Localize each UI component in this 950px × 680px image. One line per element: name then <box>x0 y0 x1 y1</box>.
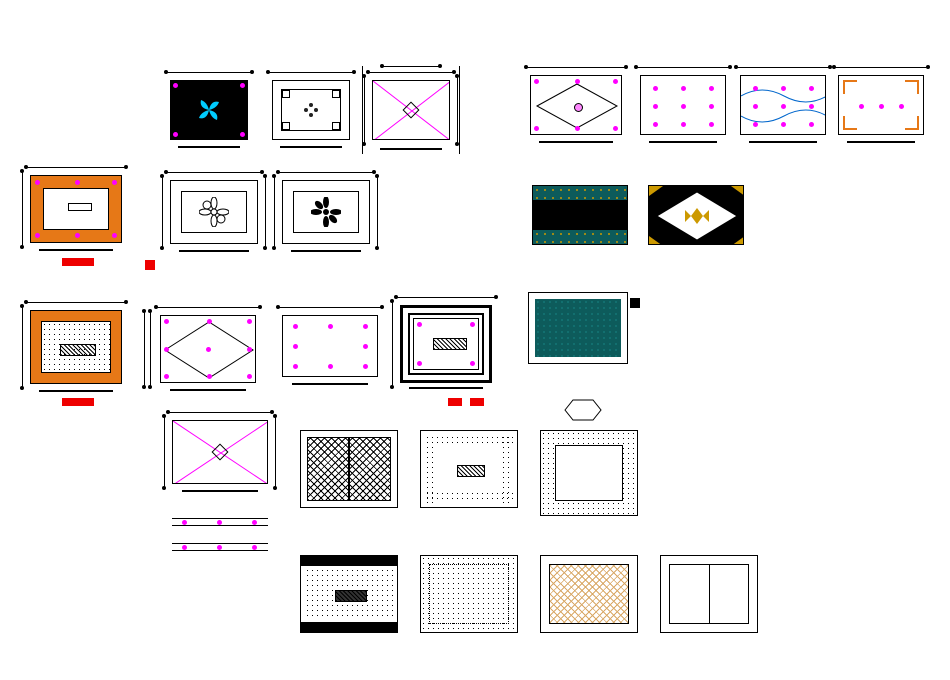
tile-r5c3[interactable] <box>420 555 518 633</box>
tile-r1c2[interactable] <box>272 80 350 140</box>
hexagon-icon <box>558 398 608 422</box>
fan-icon <box>311 197 341 227</box>
tile-r3c2[interactable] <box>282 315 378 377</box>
red-block <box>470 398 484 406</box>
tile-r4c1[interactable] <box>172 420 268 484</box>
tile-r2c1[interactable] <box>170 180 258 244</box>
red-block <box>448 398 462 406</box>
diamond-icon <box>649 186 743 244</box>
tile-r3c0[interactable] <box>30 310 122 384</box>
tile-r5c5[interactable] <box>660 555 758 633</box>
bracket-icon <box>843 80 857 94</box>
tile-r1c3[interactable] <box>372 80 450 140</box>
tile-r3c3[interactable] <box>400 305 492 383</box>
tile-r2c3[interactable] <box>532 185 628 245</box>
tile-r4c4[interactable] <box>540 430 638 516</box>
section-line-2 <box>172 543 268 551</box>
tile-r3c4[interactable] <box>528 292 628 364</box>
tile-r1c7[interactable] <box>838 75 924 135</box>
fan-icon <box>199 197 229 227</box>
marker-icon <box>630 298 640 308</box>
tile-r1c6[interactable] <box>740 75 826 135</box>
tile-r4c3[interactable] <box>420 430 518 508</box>
red-square-icon <box>145 260 155 270</box>
tile-r5c2[interactable] <box>300 555 398 633</box>
section-line-1 <box>172 518 268 526</box>
swirl-icon <box>196 97 222 123</box>
tile-r5c4[interactable] <box>540 555 638 633</box>
label-block <box>62 398 94 406</box>
hexagon-outline[interactable] <box>558 398 608 422</box>
tile-r1c5[interactable] <box>640 75 726 135</box>
cad-canvas[interactable] <box>0 0 950 680</box>
tile-r3c1[interactable] <box>160 315 256 383</box>
tile-r1c4[interactable] <box>530 75 622 135</box>
tile-r4c2[interactable] <box>300 430 398 508</box>
flower-icon <box>304 103 318 117</box>
tile-r2c4[interactable] <box>648 185 744 245</box>
tile-r2c0[interactable] <box>30 175 122 243</box>
tile-r1c1[interactable] <box>170 80 248 140</box>
tile-r2c2[interactable] <box>282 180 370 244</box>
label-block <box>62 258 94 266</box>
